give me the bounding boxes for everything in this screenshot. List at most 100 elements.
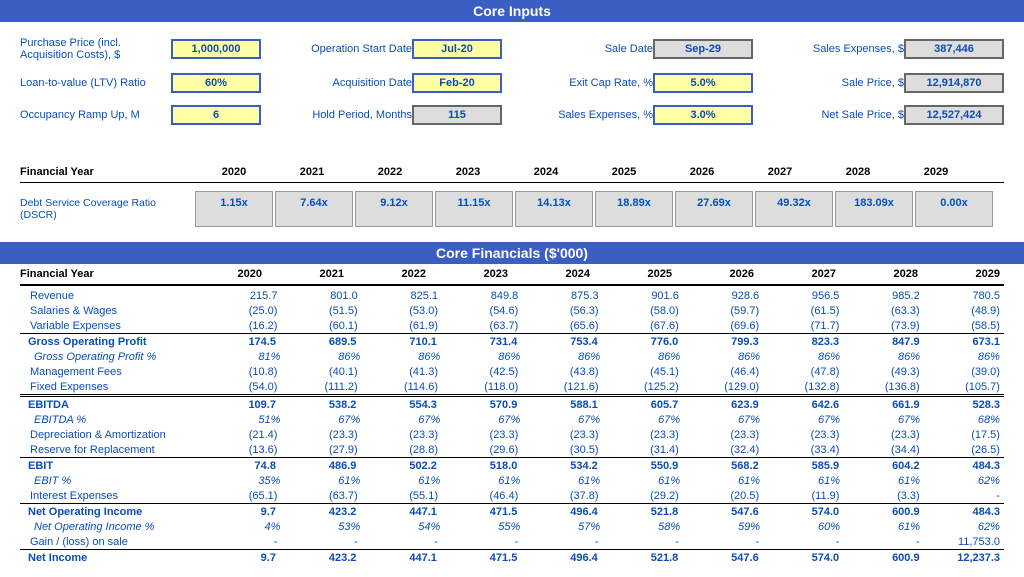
fin-cell: (63.7) [281, 488, 361, 503]
fin-cell: (61.9) [362, 318, 442, 333]
fin-row-label: EBITDA [20, 397, 200, 412]
occupancy-value[interactable]: 6 [171, 105, 261, 125]
fin-cell: - [924, 488, 1004, 503]
exit-cap-value[interactable]: 5.0% [653, 73, 753, 93]
fin-year-header: Financial Year 2020202120222023202420252… [20, 264, 1004, 286]
fin-cell: 67% [444, 412, 524, 427]
fin-cell: 642.6 [763, 397, 843, 412]
fin-row: Variable Expenses(16.2)(60.1)(61.9)(63.7… [20, 318, 1004, 333]
fin-cell: 86% [924, 349, 1004, 364]
purchase-price-label: Purchase Price (incl. Acquisition Costs)… [20, 37, 171, 61]
fin-cell: (111.2) [281, 379, 361, 394]
fin-row: Net Operating Income9.7423.2447.1471.549… [20, 503, 1004, 519]
exit-cap-label: Exit Cap Rate, % [569, 77, 653, 89]
fin-cell: 849.8 [442, 288, 522, 303]
fin-cell: 574.0 [763, 504, 843, 519]
fin-cell: (28.8) [362, 442, 442, 457]
fin-cell: (51.5) [281, 303, 361, 318]
fin-cell: 74.8 [200, 458, 280, 473]
fin-cell: 61% [684, 473, 764, 488]
fin-cell: 62% [924, 519, 1004, 534]
fin-cell: 496.4 [521, 504, 601, 519]
year-col: 2020 [195, 162, 273, 182]
fin-year-col: 2024 [512, 264, 594, 284]
fin-row: EBITDA109.7538.2554.3570.9588.1605.7623.… [20, 394, 1004, 412]
dscr-value: 11.15x [435, 191, 513, 227]
fin-year-col: 2027 [758, 264, 840, 284]
fin-cell: (34.4) [843, 442, 923, 457]
fin-cell: 67% [524, 412, 604, 427]
fin-cell: (56.3) [522, 303, 602, 318]
fin-cell: 570.9 [441, 397, 521, 412]
fin-cell: 801.0 [281, 288, 361, 303]
acq-date-value[interactable]: Feb-20 [412, 73, 502, 93]
year-col: 2022 [351, 162, 429, 182]
fin-cell: 86% [524, 349, 604, 364]
fin-cell: 67% [284, 412, 364, 427]
fin-cell: 928.6 [683, 288, 763, 303]
fin-cell: (39.0) [924, 364, 1004, 379]
ltv-label: Loan-to-value (LTV) Ratio [20, 77, 146, 89]
fin-row-label: Interest Expenses [20, 488, 201, 503]
fin-cell: 12,237.3 [924, 550, 1004, 565]
fin-cell: (65.1) [201, 488, 281, 503]
fin-cell: (29.6) [442, 442, 522, 457]
fin-cell: 53% [284, 519, 364, 534]
fin-cell: 4% [204, 519, 284, 534]
occupancy-label: Occupancy Ramp Up, M [20, 109, 140, 121]
fin-cell: 67% [684, 412, 764, 427]
op-start-value[interactable]: Jul-20 [412, 39, 502, 59]
fin-cell: 521.8 [602, 504, 682, 519]
fin-row-label: EBIT % [20, 473, 204, 488]
fin-cell: (32.4) [683, 442, 763, 457]
fin-cell: 689.5 [280, 334, 360, 349]
fin-row-label: Depreciation & Amortization [20, 427, 201, 442]
fin-row-label: Reserve for Replacement [20, 442, 201, 457]
fin-cell: 62% [924, 473, 1004, 488]
ltv-value[interactable]: 60% [171, 73, 261, 93]
fin-cell: 86% [764, 349, 844, 364]
fin-cell: (49.3) [843, 364, 923, 379]
fin-cell: 109.7 [200, 397, 280, 412]
net-sale-price-value: 12,527,424 [904, 105, 1004, 125]
fin-cell: (23.3) [281, 427, 361, 442]
hold-period-label: Hold Period, Months [312, 109, 412, 121]
fin-cell: 554.3 [360, 397, 440, 412]
sale-date-label: Sale Date [605, 43, 653, 55]
year-col: 2027 [741, 162, 819, 182]
inputs-section: Purchase Price (incl. Acquisition Costs)… [0, 22, 1024, 152]
fin-cell: 753.4 [521, 334, 601, 349]
fin-cell: (114.6) [362, 379, 442, 394]
fin-cell: - [281, 534, 361, 549]
fin-cell: (129.0) [683, 379, 763, 394]
fin-cell: 574.0 [763, 550, 843, 565]
fin-cell: - [442, 534, 522, 549]
sales-exp-pct-value[interactable]: 3.0% [653, 105, 753, 125]
fin-cell: 985.2 [843, 288, 923, 303]
year-col: 2028 [819, 162, 897, 182]
fin-cell: (17.5) [924, 427, 1004, 442]
fin-row-label: Net Operating Income [20, 504, 200, 519]
fin-cell: (136.8) [843, 379, 923, 394]
fin-row-label: Revenue [20, 288, 201, 303]
fin-cell: 86% [684, 349, 764, 364]
fin-row: Net Income9.7423.2447.1471.5496.4521.854… [20, 549, 1004, 565]
fin-cell: 731.4 [441, 334, 521, 349]
fin-cell: 585.9 [763, 458, 843, 473]
purchase-price-value[interactable]: 1,000,000 [171, 39, 261, 59]
fin-cell: (20.5) [683, 488, 763, 503]
fin-cell: (58.0) [603, 303, 683, 318]
fin-cell: 484.3 [924, 504, 1004, 519]
fin-cell: (31.4) [603, 442, 683, 457]
fin-cell: 423.2 [280, 504, 360, 519]
fin-cell: 547.6 [682, 504, 762, 519]
fin-cell: 521.8 [602, 550, 682, 565]
fin-cell: 956.5 [763, 288, 843, 303]
fin-year-col: 2026 [676, 264, 758, 284]
fin-cell: (105.7) [924, 379, 1004, 394]
fin-cell: 67% [764, 412, 844, 427]
sales-exp-dollar-label: Sales Expenses, $ [813, 43, 904, 55]
fin-cell: (23.3) [522, 427, 602, 442]
year-col: 2021 [273, 162, 351, 182]
fin-row: Salaries & Wages(25.0)(51.5)(53.0)(54.6)… [20, 303, 1004, 318]
